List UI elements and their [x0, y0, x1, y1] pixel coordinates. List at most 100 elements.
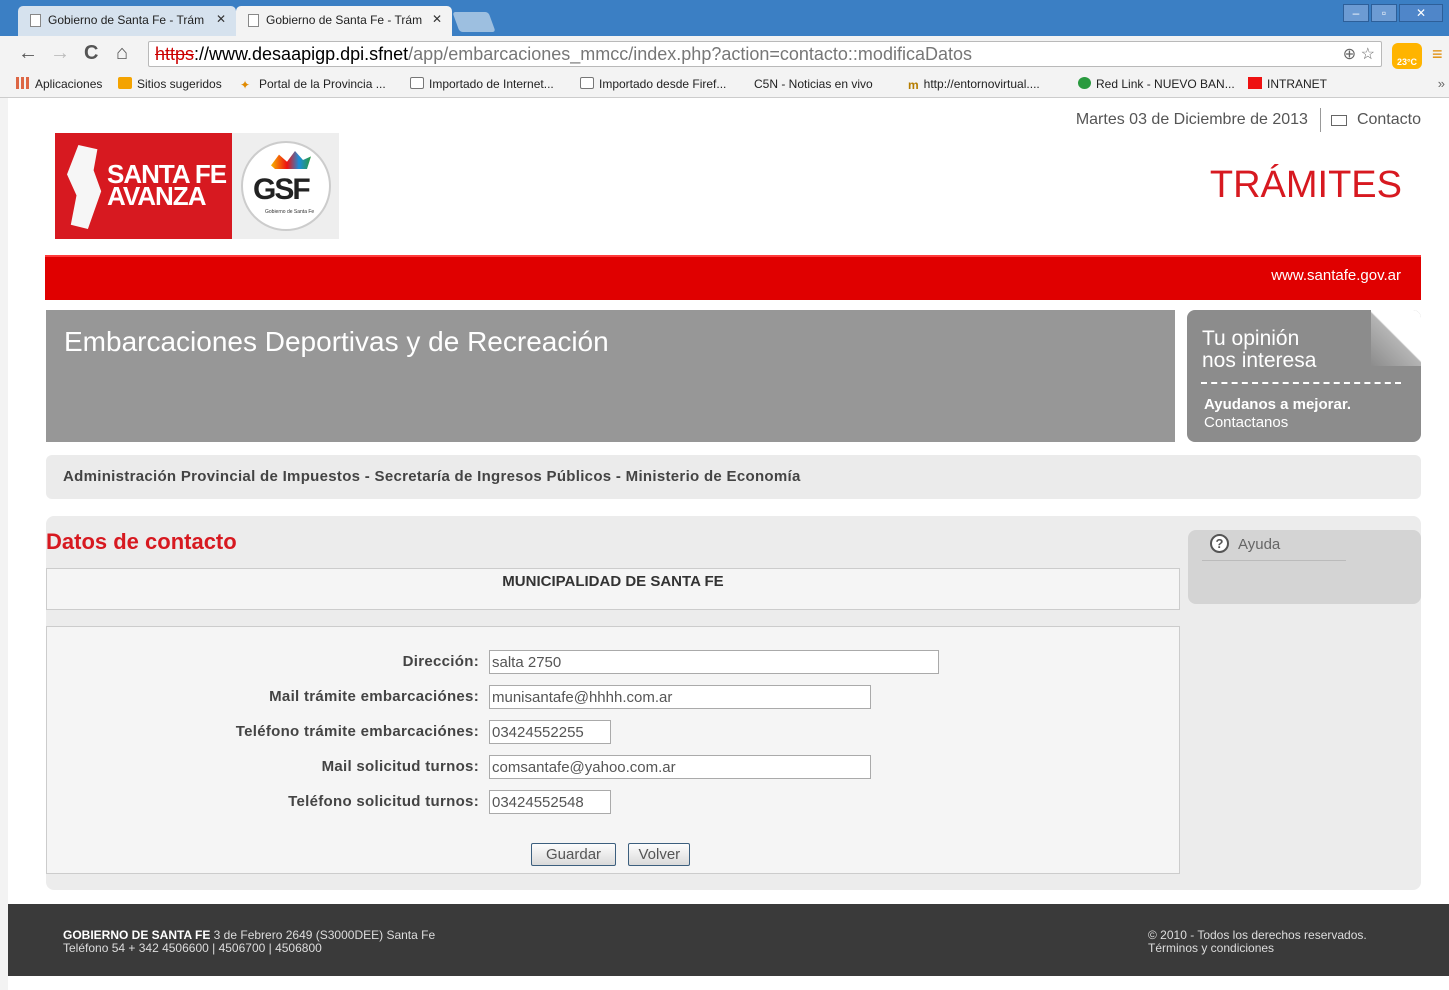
close-window-icon[interactable]: ✕ — [1399, 4, 1443, 22]
forward-arrow-icon[interactable]: → — [50, 42, 70, 65]
terms-link[interactable]: Términos y condiciones — [1148, 942, 1367, 955]
tab-title: Gobierno de Santa Fe - Trám — [266, 13, 423, 27]
url-input[interactable]: https://www.desaapigp.dpi.sfnet/app/emba… — [148, 41, 1382, 67]
window-controls: – ▫ ✕ — [1343, 4, 1443, 22]
bookmarks-bar: Aplicaciones Sitios sugeridos ✦ Portal de… — [0, 72, 1449, 187]
divider — [1319, 108, 1321, 132]
shifts-phone-field[interactable] — [489, 790, 611, 814]
back-button[interactable]: Volver — [628, 843, 691, 866]
envelope-icon — [1330, 114, 1347, 126]
logo-text: SANTA FE AVANZA — [107, 159, 227, 211]
bookmark-folder-firefox[interactable]: Importado desde Firef... — [580, 77, 726, 91]
portal-icon: ✦ — [240, 78, 251, 92]
current-date: Martes 03 de Diciembre de 2013 — [1075, 111, 1308, 128]
help-icon: ? — [1210, 534, 1229, 553]
breadcrumb: Administración Provincial de Impuestos -… — [46, 455, 1421, 499]
maximize-icon[interactable]: ▫ — [1371, 4, 1397, 22]
folder-icon — [410, 77, 424, 89]
contact-form: Dirección: Mail trámite embarcaciónes: T… — [46, 626, 1180, 874]
bookmark-entornovirtual[interactable]: m http://entornovirtual.... — [908, 77, 1040, 92]
chrome-menu-icon[interactable]: ≡ — [1432, 44, 1443, 65]
close-tab-icon[interactable]: ✕ — [216, 12, 226, 26]
page-curl-icon — [1371, 310, 1421, 366]
site-url-link[interactable]: www.santafe.gov.ar — [1271, 267, 1401, 284]
url-path: /app/embarcaciones_mmcc/index.php?action… — [408, 44, 972, 64]
main-content: Datos de contacto MUNICIPALIDAD DE SANTA… — [46, 516, 1421, 890]
back-arrow-icon[interactable]: ← — [18, 42, 38, 65]
boat-email-row: Mail trámite embarcaciónes: — [47, 685, 1181, 711]
shifts-email-label: Mail solicitud turnos: — [321, 758, 479, 775]
web-page: Martes 03 de Diciembre de 2013 Contacto … — [8, 98, 1449, 990]
help-label: Ayuda — [1238, 536, 1281, 553]
date-bar: Martes 03 de Diciembre de 2013 Contacto — [1076, 108, 1421, 132]
bookmark-folder-internet[interactable]: Importado de Internet... — [410, 77, 554, 91]
feedback-heading: Tu opinión nos interesa — [1202, 327, 1317, 372]
boat-email-field[interactable] — [489, 685, 871, 709]
page-title: Datos de contacto — [46, 529, 237, 554]
apps-icon — [16, 77, 30, 89]
boat-phone-row: Teléfono trámite embarcaciónes: — [47, 720, 1181, 746]
divider — [1202, 560, 1346, 561]
ministry-path: Administración Provincial de Impuestos -… — [63, 468, 801, 485]
address-row: Dirección: — [47, 650, 1181, 676]
feedback-box[interactable]: Tu opinión nos interesa Ayudanos a mejor… — [1187, 310, 1421, 442]
bookmark-intranet[interactable]: INTRANET — [1248, 77, 1327, 91]
shifts-email-row: Mail solicitud turnos: — [47, 755, 1181, 781]
tab-title: Gobierno de Santa Fe - Trám — [48, 13, 205, 27]
boat-phone-field[interactable] — [489, 720, 611, 744]
page-bottom — [8, 976, 1449, 990]
service-banner: Embarcaciones Deportivas y de Recreación — [46, 310, 1175, 442]
reload-icon[interactable]: C — [84, 42, 98, 65]
help-panel[interactable]: ? Ayuda — [1188, 530, 1421, 604]
bookmark-redlink[interactable]: Red Link - NUEVO BAN... — [1078, 77, 1235, 91]
boat-email-label: Mail trámite embarcaciónes: — [269, 688, 479, 705]
feedback-cta: Ayudanos a mejorar. — [1204, 396, 1351, 413]
url-protocol: https — [155, 44, 195, 64]
weather-extension-icon[interactable]: 23°C — [1392, 43, 1422, 69]
footer-address: GOBIERNO DE SANTA FE 3 de Febrero 2649 (… — [63, 929, 435, 955]
form-actions: Guardar Volver — [531, 843, 698, 866]
footer-org: GOBIERNO DE SANTA FE — [63, 928, 211, 942]
section-title: TRÁMITES — [1209, 164, 1402, 206]
bookmark-c5n[interactable]: C5N - Noticias en vivo — [754, 77, 873, 187]
boat-phone-label: Teléfono trámite embarcaciónes: — [235, 723, 479, 740]
bookmark-portal[interactable]: ✦ Portal de la Provincia ... — [240, 77, 386, 92]
minimize-icon[interactable]: – — [1343, 4, 1369, 22]
new-tab-button[interactable] — [452, 12, 496, 32]
address-label: Dirección: — [402, 653, 479, 670]
feedback-contact-link[interactable]: Contactanos — [1204, 414, 1288, 431]
close-tab-icon[interactable]: ✕ — [432, 12, 442, 26]
browser-tab-1[interactable]: Gobierno de Santa Fe - Trám ✕ — [18, 6, 236, 36]
address-field[interactable] — [489, 650, 939, 674]
footer-legal: © 2010 - Todos los derechos reservados. … — [1148, 929, 1367, 955]
province-map-icon — [67, 145, 102, 229]
suggested-sites-icon — [118, 77, 132, 89]
shifts-phone-row: Teléfono solicitud turnos: — [47, 790, 1181, 816]
browser-tab-bar: Gobierno de Santa Fe - Trám ✕ Gobierno d… — [0, 0, 1449, 36]
gsf-seal: GSF Gobierno de Santa Fe — [241, 141, 331, 231]
stars-icon — [271, 151, 311, 169]
page-icon — [30, 14, 41, 27]
shifts-phone-label: Teléfono solicitud turnos: — [288, 793, 479, 810]
more-bookmarks-icon[interactable]: » — [1438, 76, 1445, 91]
browser-tab-2[interactable]: Gobierno de Santa Fe - Trám ✕ — [236, 6, 452, 36]
footer-phones: Teléfono 54 + 342 4506600 | 4506700 | 45… — [63, 941, 322, 955]
folder-icon — [580, 77, 594, 89]
bookmark-suggested[interactable]: Sitios sugeridos — [118, 77, 222, 91]
santa-fe-logo[interactable]: SANTA FE AVANZA GSF Gobierno de Santa Fe — [55, 133, 339, 239]
contact-link[interactable]: Contacto — [1357, 111, 1421, 129]
santafe-icon — [1248, 77, 1262, 89]
moodle-icon: m — [908, 78, 919, 92]
bookmark-apps[interactable]: Aplicaciones — [16, 77, 102, 91]
footer-street: 3 de Febrero 2649 (S3000DEE) Santa Fe — [210, 928, 436, 942]
address-bar: ← → C ⌂ https://www.desaapigp.dpi.sfnet/… — [0, 36, 1449, 72]
entity-header: MUNICIPALIDAD DE SANTA FE — [46, 568, 1180, 610]
save-button[interactable]: Guardar — [531, 843, 617, 866]
bookmark-star-icon[interactable]: ⊕ ☆ — [1343, 44, 1375, 64]
url-host: ://www.desaapigp.dpi.sfnet — [194, 44, 409, 64]
home-icon[interactable]: ⌂ — [116, 42, 128, 65]
shifts-email-field[interactable] — [489, 755, 871, 779]
page-icon — [248, 14, 259, 27]
redlink-icon — [1078, 77, 1091, 89]
footer: GOBIERNO DE SANTA FE 3 de Febrero 2649 (… — [8, 904, 1449, 976]
